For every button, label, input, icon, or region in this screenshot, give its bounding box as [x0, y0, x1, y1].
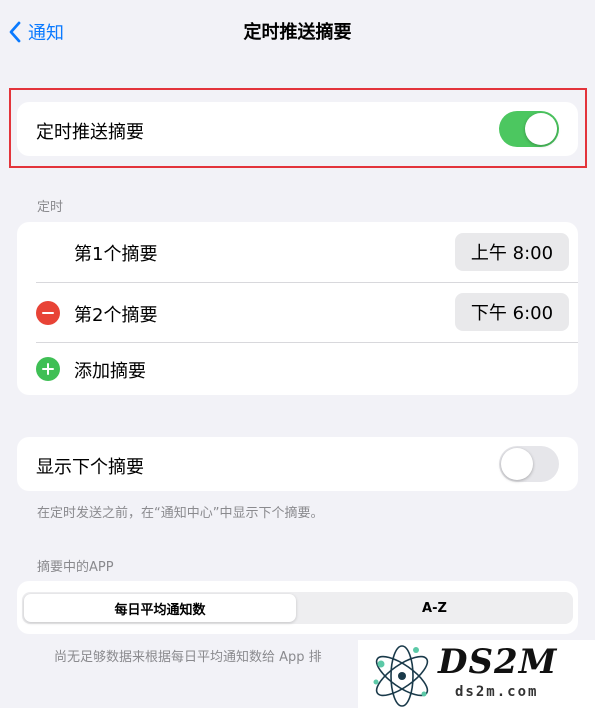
show-next-label: 显示下个摘要: [36, 457, 144, 478]
segment-daily-average[interactable]: 每日平均通知数: [24, 594, 296, 622]
show-next-toggle[interactable]: [499, 446, 559, 482]
page-title: 定时推送摘要: [243, 22, 352, 43]
show-next-footnote: 在定时发送之前，在“通知中心”中显示下个摘要。: [37, 506, 324, 521]
schedule-row-2-label: 第2个摘要: [74, 305, 158, 326]
watermark: DS2M ds2m.com: [358, 640, 595, 708]
toggle-knob: [501, 448, 533, 480]
schedule-row-1-label: 第1个摘要: [74, 244, 158, 265]
watermark-brand: DS2M: [438, 642, 558, 682]
watermark-url: ds2m.com: [455, 684, 539, 700]
schedule-row-1-time[interactable]: 上午 8:00: [455, 233, 569, 271]
schedule-row-1: 第1个摘要 上午 8:00: [17, 222, 578, 282]
atom-logo-icon: [373, 645, 429, 707]
schedule-row-2: 第2个摘要 下午 6:00: [17, 283, 578, 342]
add-summary-button[interactable]: [36, 357, 60, 381]
remove-summary-button[interactable]: [36, 301, 60, 325]
schedule-row-2-time[interactable]: 下午 6:00: [455, 293, 569, 331]
minus-icon: [42, 312, 54, 315]
apps-sort-segmented-control: 每日平均通知数 A-Z: [22, 592, 573, 624]
navigation-bar: 通知 定时推送摘要: [0, 0, 595, 64]
apps-footnote: 尚无足够数据来根据每日平均通知数给 App 排: [54, 650, 322, 665]
segment-a-z[interactable]: A-Z: [298, 594, 571, 622]
scheduled-summary-toggle[interactable]: [499, 111, 559, 147]
add-summary-row[interactable]: 添加摘要: [17, 343, 578, 395]
show-next-card: 显示下个摘要: [17, 437, 578, 491]
scheduled-summary-label: 定时推送摘要: [36, 122, 144, 143]
add-summary-label: 添加摘要: [74, 361, 146, 382]
scheduled-summary-card: 定时推送摘要: [17, 102, 578, 156]
schedule-card: 第1个摘要 上午 8:00 第2个摘要 下午 6:00 添加摘要: [17, 222, 578, 395]
apps-header: 摘要中的APP: [37, 560, 114, 575]
plus-icon-stem: [46, 363, 50, 375]
toggle-knob: [525, 113, 557, 145]
schedule-header: 定时: [37, 200, 64, 215]
